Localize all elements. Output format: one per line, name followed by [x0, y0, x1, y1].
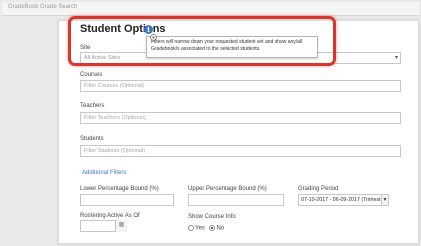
upper-bound-input[interactable]	[188, 194, 284, 206]
additional-filters-link[interactable]: Additional Filters	[82, 170, 126, 176]
mouse-cursor-icon	[150, 34, 157, 41]
page-title: GradeBook Grade Search	[8, 4, 78, 10]
lower-bound-label: Lower Percentage Bound (%)	[80, 186, 159, 192]
courses-filter-input[interactable]: Filter Courses (Optional)	[80, 80, 401, 92]
radio-no[interactable]	[209, 225, 216, 231]
radio-yes[interactable]	[188, 225, 194, 231]
top-bar: GradeBook Grade Search	[2, 2, 419, 16]
students-label: Students	[80, 136, 104, 142]
courses-label: Courses	[80, 72, 103, 78]
grading-period-label: Grading Period	[298, 186, 339, 192]
highlight-box	[68, 16, 336, 66]
rostering-label: Rostering Active As Of	[80, 213, 140, 219]
upper-bound-label: Upper Percentage Bound (%)	[188, 186, 267, 192]
lower-bound-input[interactable]	[80, 194, 174, 206]
grading-period-select[interactable]: 07-10-2017 - 06-09-2017 (Trimester 3)	[298, 194, 385, 206]
show-course-info-label: Show Course Info	[188, 214, 236, 220]
teachers-filter-input[interactable]: Filter Teachers (Optional)	[80, 112, 401, 124]
show-course-info-radios: Yes No	[188, 225, 224, 232]
calendar-icon[interactable]: ▦	[115, 220, 127, 232]
radio-yes-label: Yes	[195, 225, 205, 232]
teachers-label: Teachers	[80, 103, 105, 109]
radio-no-label: No	[216, 225, 225, 232]
students-filter-input[interactable]: Filter Students (Optional)	[80, 145, 401, 157]
chevron-down-icon: ▾	[394, 55, 398, 61]
chevron-down-icon[interactable]: ▾	[381, 194, 389, 206]
